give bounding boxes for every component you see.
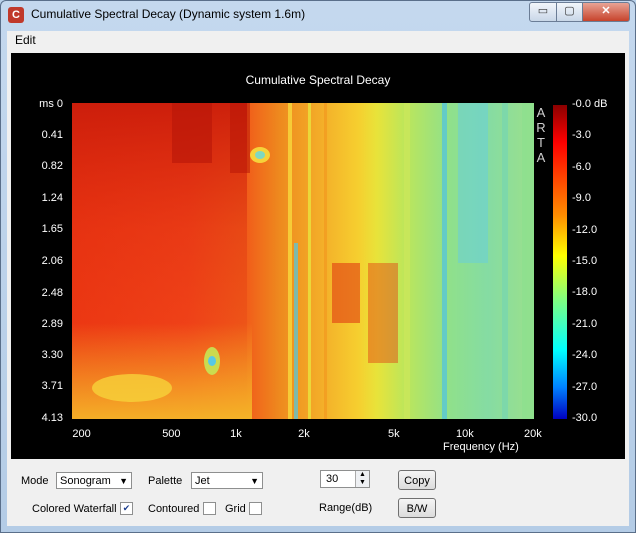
x-tick-label: 20k <box>524 428 542 440</box>
chevron-down-icon: ▼ <box>119 476 128 486</box>
x-tick-label: 200 <box>72 428 91 440</box>
copy-button[interactable]: Copy <box>398 470 436 490</box>
colorbar-tick-label: -24.0 <box>572 349 598 362</box>
x-tick-label: 2k <box>298 428 310 440</box>
y-tick-label: 3.71 <box>41 380 63 393</box>
y-tick-label: 2.06 <box>41 254 63 267</box>
mode-label: Mode <box>21 475 49 487</box>
contoured-checkbox[interactable] <box>203 502 216 515</box>
colorbar-tick-label: -3.0 <box>572 129 591 142</box>
colorbar-tick-label: -6.0 <box>572 160 591 173</box>
colorbar-tick-label: -12.0 <box>572 223 598 236</box>
contoured-label: Contoured <box>148 503 200 515</box>
y-tick-label: 0.41 <box>41 129 63 142</box>
colorbar-tick-label: -0.0 dB <box>572 98 608 110</box>
x-tick-label: 500 <box>162 428 181 440</box>
x-tick-label: 5k <box>388 428 400 440</box>
y-tick-label: 0.82 <box>41 160 63 173</box>
colorbar-tick-label: -27.0 <box>572 380 598 393</box>
y-tick-label: ms 0 <box>39 98 63 110</box>
colorbar-tick-label: -18.0 <box>572 286 598 299</box>
arta-watermark: A R T A <box>536 105 546 165</box>
grid-label: Grid <box>225 503 246 515</box>
menu-edit[interactable]: Edit <box>15 33 36 47</box>
title-bar[interactable]: C Cumulative Spectral Decay (Dynamic sys… <box>1 1 635 29</box>
range-stepper[interactable]: 30 ▲ ▼ <box>320 470 370 488</box>
colored-waterfall-checkbox[interactable]: ✔ <box>120 502 133 515</box>
menu-bar: Edit <box>7 31 629 50</box>
client-area: Cumulative Spectral Decay A R T A ms 0 0… <box>7 49 629 526</box>
bw-button[interactable]: B/W <box>398 498 436 518</box>
y-tick-label: 3.30 <box>41 348 63 361</box>
window-title: Cumulative Spectral Decay (Dynamic syste… <box>31 7 306 21</box>
spin-down-icon[interactable]: ▼ <box>355 479 369 487</box>
mode-select[interactable]: Sonogram ▼ <box>56 472 132 489</box>
app-window: C Cumulative Spectral Decay (Dynamic sys… <box>0 0 636 533</box>
chevron-down-icon: ▼ <box>250 476 259 486</box>
y-tick-label: 2.89 <box>41 317 63 330</box>
colorbar-tick-label: -30.0 <box>572 412 598 424</box>
range-label: Range(dB) <box>319 502 373 514</box>
x-axis-title: Frequency (Hz) <box>443 441 519 453</box>
minimize-button[interactable]: ▭ <box>529 2 557 22</box>
y-tick-label: 1.24 <box>41 192 63 205</box>
csd-plot: Cumulative Spectral Decay A R T A ms 0 0… <box>11 53 625 459</box>
colorbar <box>553 105 567 419</box>
y-tick-label: 2.48 <box>41 286 63 299</box>
y-tick-label: 4.13 <box>41 412 63 424</box>
colorbar-tick-label: -21.0 <box>572 317 598 330</box>
controls-panel: Mode Sonogram ▼ Palette Jet ▼ 30 ▲ ▼ Range… <box>7 463 629 523</box>
palette-select[interactable]: Jet ▼ <box>191 472 263 489</box>
checkmark-icon: ✔ <box>122 503 131 513</box>
app-icon: C <box>8 7 24 23</box>
maximize-button[interactable]: ▢ <box>556 2 583 22</box>
colorbar-tick-label: -15.0 <box>572 255 598 267</box>
x-tick-label: 1k <box>230 428 242 440</box>
colorbar-tick-label: -9.0 <box>572 192 591 205</box>
colored-waterfall-label: Colored Waterfall <box>32 503 117 515</box>
x-tick-label: 10k <box>456 428 474 440</box>
close-button[interactable]: ✕ <box>582 2 630 22</box>
y-tick-label: 1.65 <box>41 223 63 236</box>
plot-title: Cumulative Spectral Decay <box>245 73 391 87</box>
heatmap-area <box>72 103 534 419</box>
palette-label: Palette <box>148 475 183 487</box>
grid-checkbox[interactable] <box>249 502 262 515</box>
